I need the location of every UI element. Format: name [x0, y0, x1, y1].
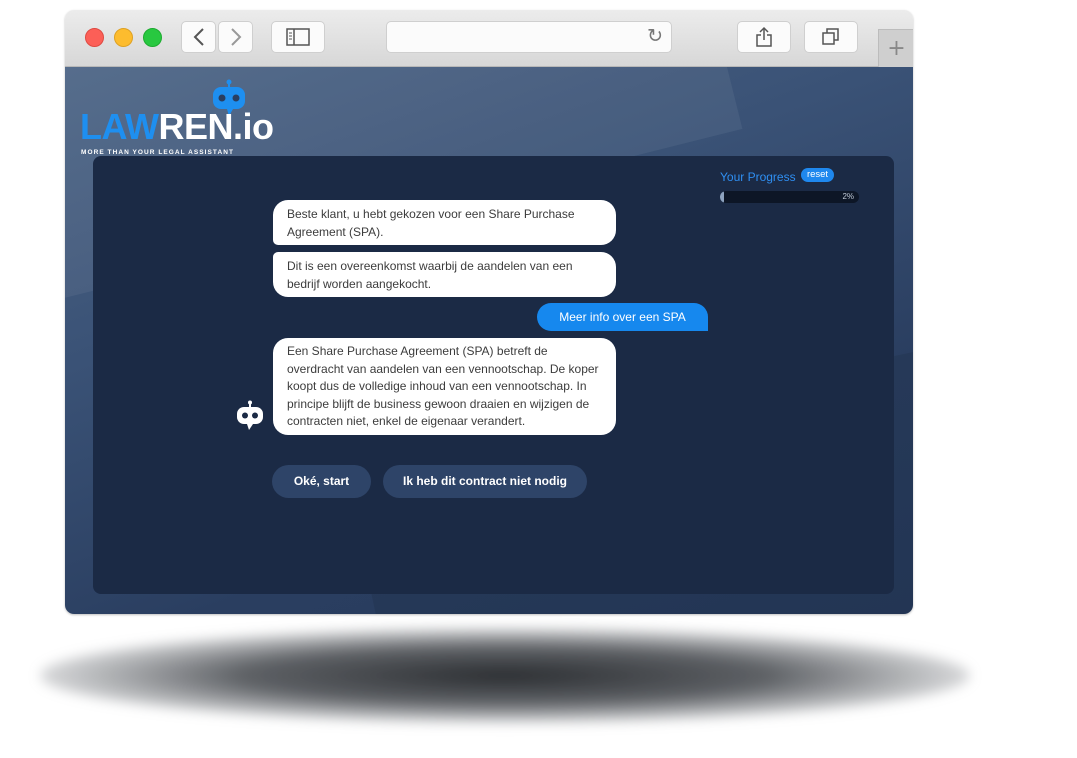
new-tab-button[interactable]: +	[878, 29, 913, 67]
share-icon	[756, 26, 772, 47]
chevron-left-icon	[193, 28, 204, 46]
lawren-logo[interactable]: LAWREN.io MORE THAN YOUR LEGAL ASSISTANT	[80, 79, 280, 159]
progress-fill	[720, 191, 725, 203]
logo-wordmark: LAWREN.io	[80, 106, 274, 147]
tabs-icon	[822, 28, 839, 45]
bot-message: Dit is een overeenkomst waarbij de aande…	[273, 252, 616, 297]
window-drop-shadow	[40, 628, 970, 723]
reset-button[interactable]: reset	[801, 168, 834, 182]
sidebar-toggle-button[interactable]	[271, 21, 325, 53]
close-window-button[interactable]	[85, 28, 104, 47]
sidebar-icon	[286, 28, 310, 46]
bot-message: Beste klant, u hebt gekozen voor een Sha…	[273, 200, 616, 245]
forward-button[interactable]	[218, 21, 253, 53]
chevron-right-icon	[230, 28, 241, 46]
minimize-window-button[interactable]	[114, 28, 133, 47]
reload-icon[interactable]: ↻	[647, 25, 663, 47]
back-button[interactable]	[181, 21, 216, 53]
address-bar[interactable]: ↻	[386, 21, 672, 53]
bot-avatar-icon	[237, 400, 263, 430]
tabs-overview-button[interactable]	[804, 21, 858, 53]
bot-message: Een Share Purchase Agreement (SPA) betre…	[273, 338, 616, 435]
user-message: Meer info over een SPA	[537, 303, 708, 331]
browser-window: ↻ + LAWREN.io MORE THAN YOUR LEGAL ASSIS…	[65, 10, 913, 614]
zoom-window-button[interactable]	[143, 28, 162, 47]
progress-bar: 2%	[720, 191, 859, 203]
web-page: LAWREN.io MORE THAN YOUR LEGAL ASSISTANT…	[65, 67, 913, 614]
start-button[interactable]: Oké, start	[272, 465, 371, 498]
share-button[interactable]	[737, 21, 791, 53]
progress-percent: 2%	[842, 192, 854, 201]
browser-toolbar: ↻ +	[65, 10, 913, 67]
progress-label: Your Progress	[720, 170, 796, 184]
decline-contract-button[interactable]: Ik heb dit contract niet nodig	[383, 465, 587, 498]
logo-tagline: MORE THAN YOUR LEGAL ASSISTANT	[81, 149, 234, 156]
chat-panel: Your Progress reset 2% Beste klant, u he…	[93, 156, 894, 594]
